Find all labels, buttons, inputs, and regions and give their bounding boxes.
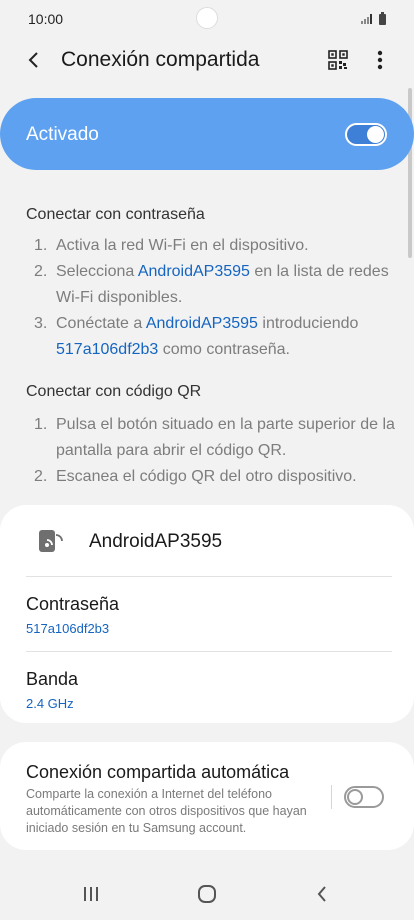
- back-nav-icon: [317, 886, 326, 902]
- band-label: Banda: [26, 669, 79, 689]
- home-icon: [198, 885, 216, 903]
- network-name-link: AndroidAP3595: [145, 315, 258, 332]
- list-item: 3. Conéctate a AndroidAP3595 introducien…: [34, 315, 359, 358]
- back-button[interactable]: [18, 44, 50, 76]
- toggle-knob: [347, 789, 363, 805]
- recent-apps-icon: [84, 887, 98, 901]
- hotspot-info-card: AndroidAP3595 Contraseña 517a106df2b3 Ba…: [0, 505, 414, 723]
- navigation-bar: [0, 868, 414, 920]
- phone-hotspot-icon: [39, 530, 63, 552]
- app-bar: Conexión compartida: [0, 38, 414, 82]
- master-switch-label: Activado: [26, 124, 99, 145]
- camera-cutout: [196, 7, 218, 29]
- back-nav-button[interactable]: [302, 878, 342, 910]
- signal-icon: [361, 14, 373, 24]
- home-button[interactable]: [187, 878, 227, 910]
- divider: [26, 651, 392, 652]
- list-item: 1. Pulsa el botón situado en la parte su…: [34, 416, 395, 459]
- divider: [26, 576, 392, 577]
- password-label: Contraseña: [26, 594, 120, 614]
- network-name[interactable]: AndroidAP3595: [89, 531, 222, 553]
- master-switch-bar[interactable]: Activado: [0, 98, 414, 170]
- list-item: 2. Selecciona AndroidAP3595 en la lista …: [34, 263, 389, 306]
- more-options-button[interactable]: [364, 44, 396, 76]
- status-time: 10:00: [28, 11, 64, 27]
- password-value: 517a106df2b3: [26, 621, 110, 636]
- scrollbar[interactable]: [408, 88, 412, 258]
- recent-apps-button[interactable]: [71, 878, 111, 910]
- list-item: 2. Escanea el código QR del otro disposi…: [34, 468, 357, 485]
- band-value: 2.4 GHz: [26, 696, 74, 711]
- auto-hotspot-card[interactable]: Conexión compartida automática Comparte …: [0, 742, 414, 850]
- toggle-knob: [367, 126, 384, 143]
- list-item: 1. Activa la red Wi-Fi en el dispositivo…: [34, 237, 309, 254]
- password-section-heading: Conectar con contraseña: [26, 206, 205, 223]
- more-vert-icon: [377, 50, 383, 70]
- back-arrow-icon: [28, 52, 38, 68]
- network-name-link: AndroidAP3595: [137, 263, 250, 280]
- page-title: Conexión compartida: [61, 48, 260, 71]
- qr-code-icon: [328, 50, 348, 70]
- qr-code-button[interactable]: [322, 44, 354, 76]
- status-icons: [361, 11, 386, 25]
- auto-hotspot-toggle[interactable]: [344, 786, 384, 808]
- auto-hotspot-title: Conexión compartida automática: [26, 762, 290, 782]
- battery-icon: [379, 11, 386, 25]
- qr-steps: 1. Pulsa el botón situado en la parte su…: [34, 412, 396, 490]
- qr-section-heading: Conectar con código QR: [26, 383, 202, 400]
- password-link: 517a106df2b3: [56, 341, 159, 358]
- password-steps: 1. Activa la red Wi-Fi en el dispositivo…: [34, 233, 396, 363]
- divider: [331, 785, 332, 809]
- master-toggle[interactable]: [345, 123, 387, 146]
- auto-hotspot-description: Comparte la conexión a Internet del telé…: [26, 787, 307, 835]
